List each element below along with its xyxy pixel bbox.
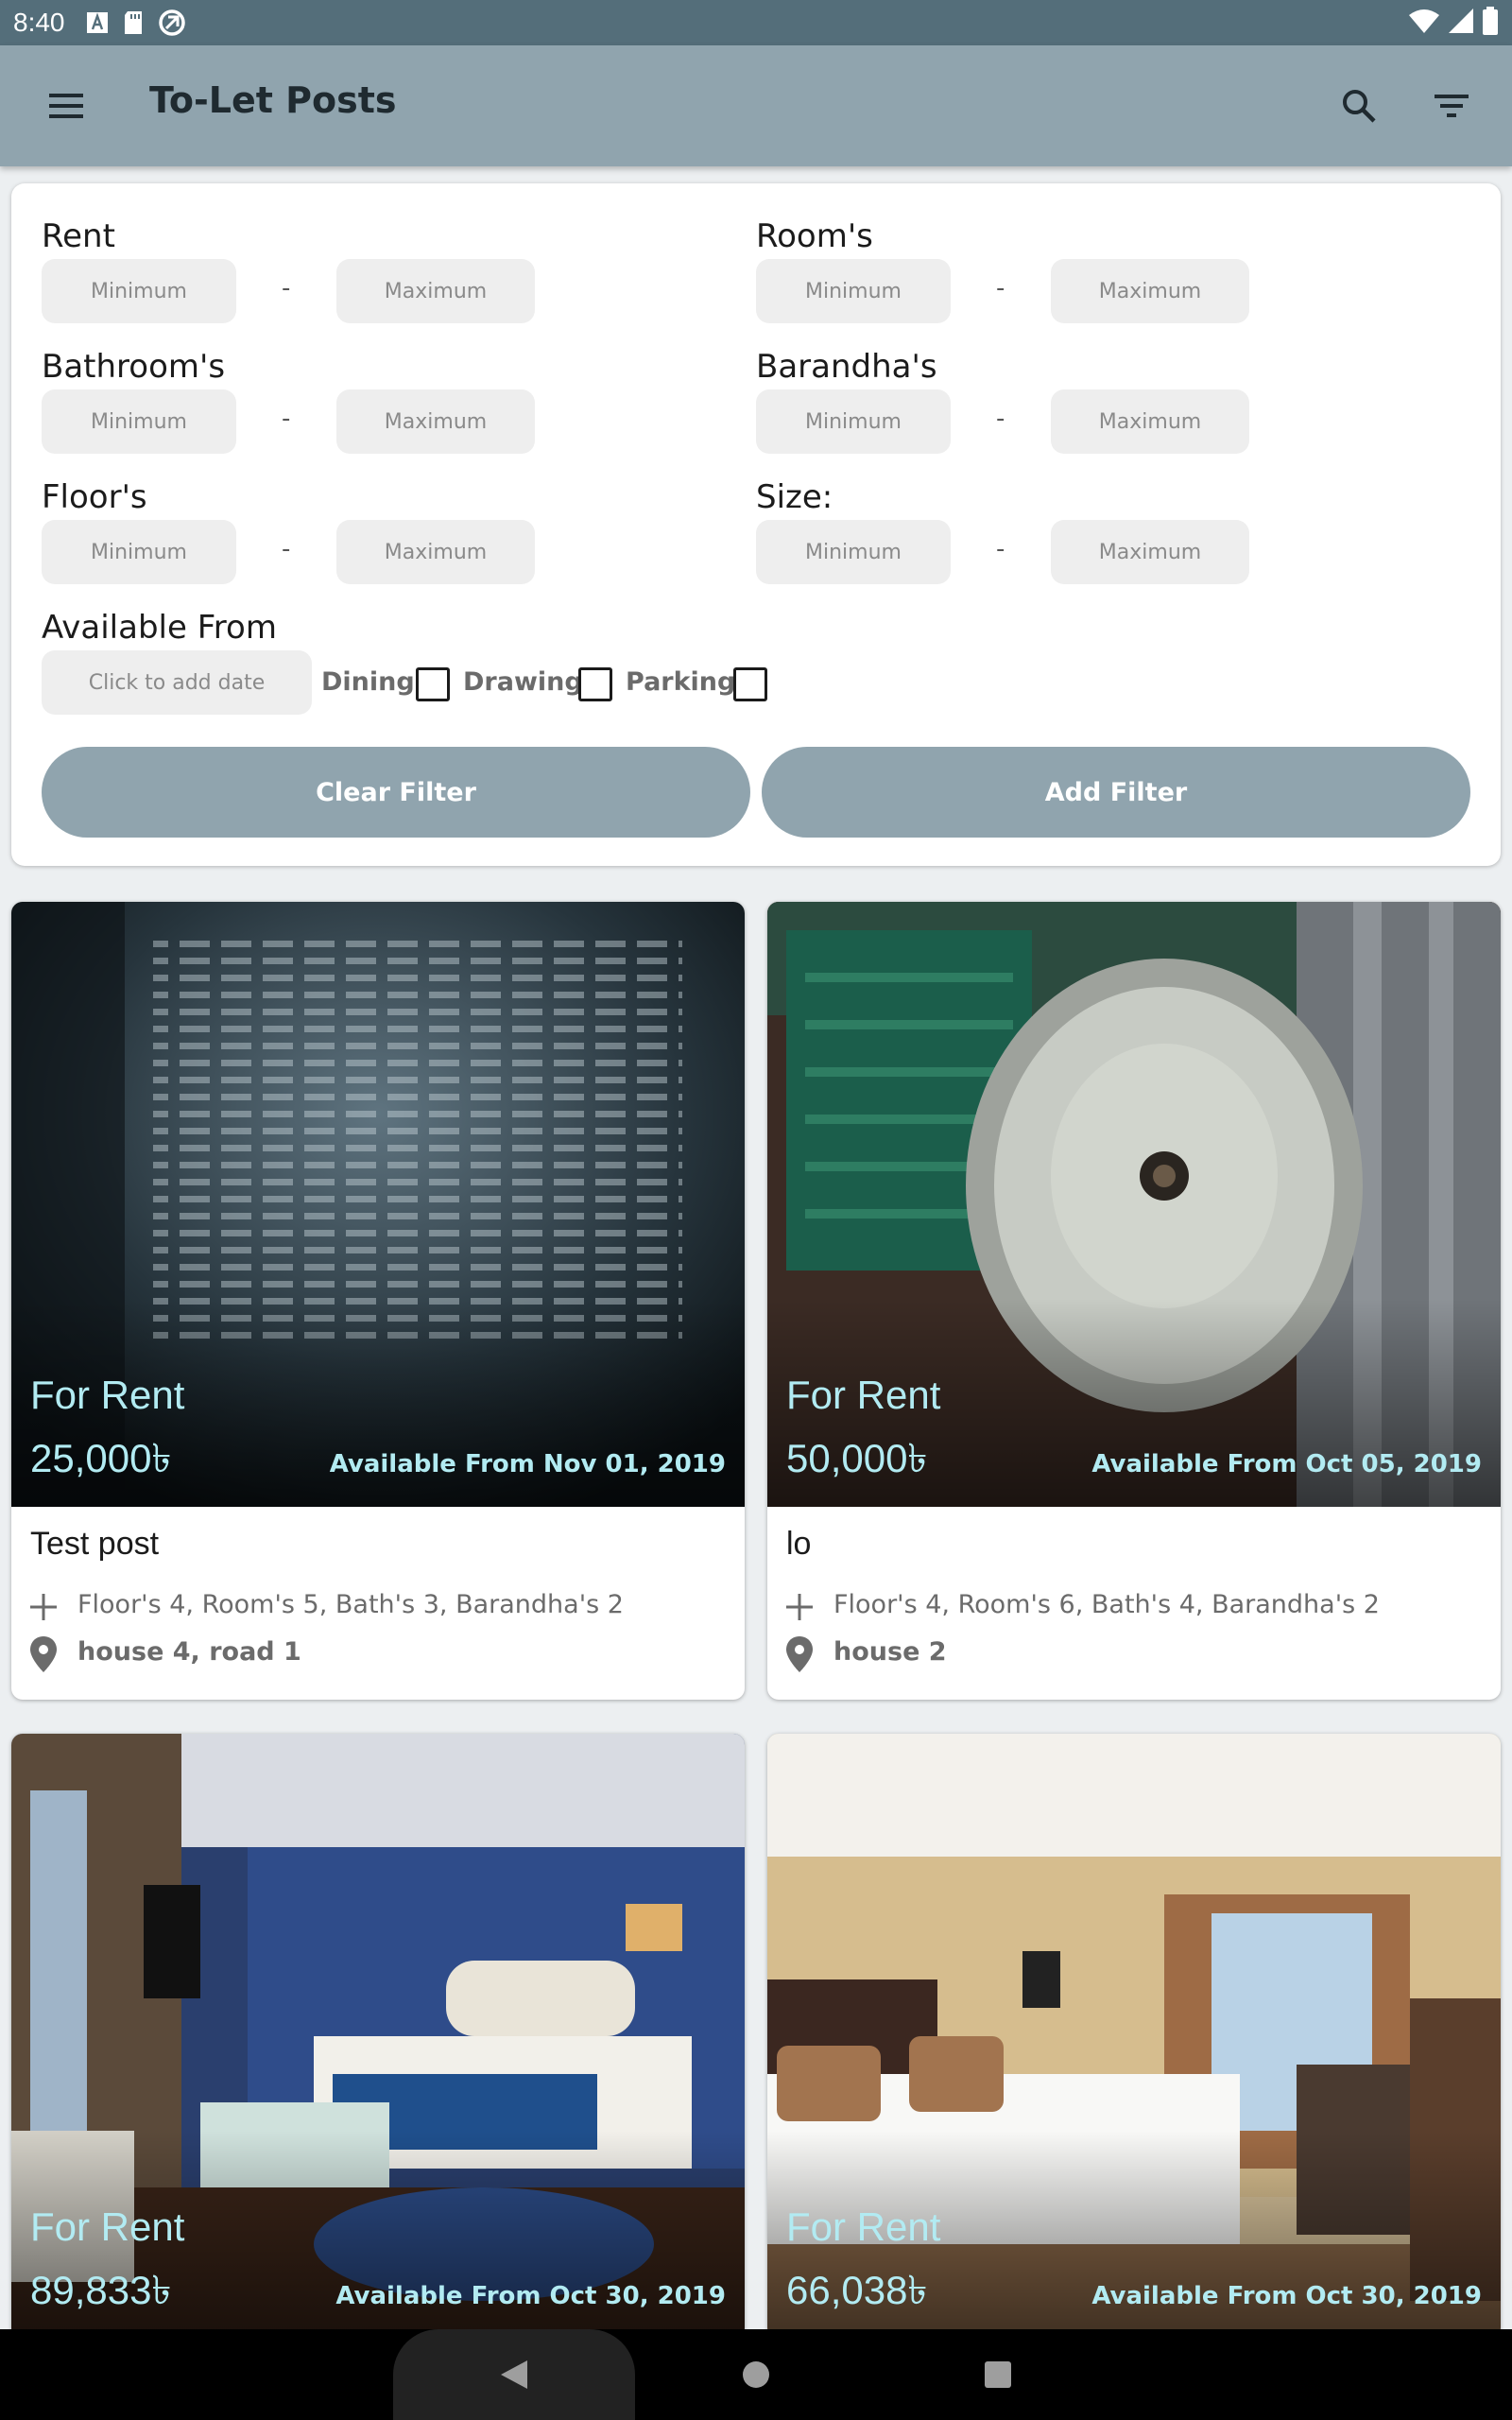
add-filter-button[interactable]: Add Filter: [762, 747, 1470, 838]
status-bar: 8:40: [0, 0, 1512, 45]
app-bar: To-Let Posts: [0, 45, 1512, 166]
rent-status: For Rent: [30, 2204, 185, 2249]
status-time: 8:40: [13, 8, 65, 37]
post-address: house 2: [833, 1637, 947, 1667]
post-card[interactable]: For Rent 66,038৳ Available From Oct 30, …: [767, 1734, 1501, 2339]
text-a-icon: [86, 11, 109, 34]
barandhas-max-input[interactable]: Maximum: [1051, 389, 1249, 454]
filter-list-icon[interactable]: [1429, 83, 1474, 129]
post-details: Floor's 4, Room's 6, Bath's 4, Barandha'…: [833, 1590, 1380, 1619]
floors-label: Floor's: [42, 478, 147, 516]
recents-icon[interactable]: [975, 2352, 1021, 2397]
signal-icon: [1448, 8, 1474, 38]
rent-status: For Rent: [786, 1373, 941, 1417]
dining-checkbox[interactable]: [416, 667, 450, 701]
rent-max-input[interactable]: Maximum: [336, 259, 535, 323]
bathrooms-min-input[interactable]: Minimum: [42, 389, 236, 454]
dining-label: Dining: [321, 667, 415, 697]
rooms-min-input[interactable]: Minimum: [756, 259, 951, 323]
drawing-label: Drawing: [463, 667, 583, 697]
battery-icon: [1482, 7, 1499, 39]
vpn-icon: [158, 9, 186, 37]
post-details: Floor's 4, Room's 5, Bath's 3, Barandha'…: [77, 1590, 624, 1619]
rent-price: 66,038৳: [786, 2268, 928, 2312]
back-icon[interactable]: [491, 2352, 537, 2397]
date-picker-field[interactable]: Click to add date: [42, 650, 312, 715]
rent-price: 50,000৳: [786, 1436, 928, 1480]
post-card[interactable]: For Rent 25,000৳ Available From Nov 01, …: [11, 902, 745, 1700]
rent-status: For Rent: [30, 1373, 185, 1417]
post-title: Test post: [30, 1526, 160, 1562]
rent-separator: -: [282, 274, 291, 302]
post-card[interactable]: For Rent 89,833৳ Available From Oct 30, …: [11, 1734, 745, 2339]
floors-min-input[interactable]: Minimum: [42, 520, 236, 584]
available-date: Available From Oct 30, 2019: [335, 2282, 726, 2310]
parking-label: Parking: [626, 667, 736, 697]
available-date: Available From Oct 05, 2019: [1091, 1450, 1482, 1478]
bathrooms-max-input[interactable]: Maximum: [336, 389, 535, 454]
parking-checkbox[interactable]: [733, 667, 767, 701]
floors-max-input[interactable]: Maximum: [336, 520, 535, 584]
rooms-max-input[interactable]: Maximum: [1051, 259, 1249, 323]
size-min-input[interactable]: Minimum: [756, 520, 951, 584]
bathrooms-label: Bathroom's: [42, 348, 226, 386]
barandhas-min-input[interactable]: Minimum: [756, 389, 951, 454]
post-address: house 4, road 1: [77, 1637, 301, 1667]
rooms-label: Room's: [756, 217, 873, 255]
page-title: To-Let Posts: [149, 79, 397, 121]
barandhas-separator: -: [996, 405, 1005, 433]
available-date: Available From Oct 30, 2019: [1091, 2282, 1482, 2310]
barandhas-label: Barandha's: [756, 348, 937, 386]
post-title: lo: [786, 1526, 812, 1562]
sd-card-icon: [122, 10, 145, 35]
drawing-checkbox[interactable]: [578, 667, 612, 701]
wifi-icon: [1408, 8, 1440, 38]
size-max-input[interactable]: Maximum: [1051, 520, 1249, 584]
rent-status: For Rent: [786, 2204, 941, 2249]
available-date: Available From Nov 01, 2019: [329, 1450, 726, 1478]
available-from-label: Available From: [42, 609, 277, 647]
bathrooms-separator: -: [282, 405, 291, 433]
system-nav-bar: [0, 2329, 1512, 2420]
location-pin-icon: [28, 1635, 59, 1673]
size-separator: -: [996, 535, 1005, 563]
menu-icon[interactable]: [43, 83, 89, 129]
post-card[interactable]: For Rent 50,000৳ Available From Oct 05, …: [767, 902, 1501, 1700]
home-icon[interactable]: [733, 2352, 779, 2397]
rent-price: 25,000৳: [30, 1436, 172, 1480]
search-icon[interactable]: [1336, 83, 1382, 129]
rooms-separator: -: [996, 274, 1005, 302]
clear-filter-button[interactable]: Clear Filter: [42, 747, 750, 838]
filter-panel: Rent Minimum - Maximum Room's Minimum - …: [11, 183, 1501, 866]
rent-min-input[interactable]: Minimum: [42, 259, 236, 323]
location-pin-icon: [784, 1635, 815, 1673]
rent-label: Rent: [42, 217, 115, 255]
plus-icon: [28, 1592, 59, 1622]
size-label: Size:: [756, 478, 833, 516]
floors-separator: -: [282, 535, 291, 563]
rent-price: 89,833৳: [30, 2268, 172, 2312]
plus-icon: [784, 1592, 815, 1622]
